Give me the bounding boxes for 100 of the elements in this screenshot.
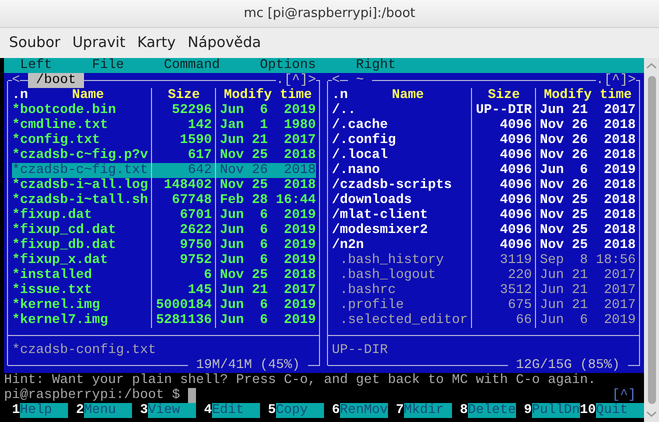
file-row[interactable]: *czadsb-c~fig.p?v 617 Nov 25 2018 — [12, 148, 316, 163]
file-size: 675 — [506, 298, 532, 313]
file-name: *fixup_cd.dat — [12, 223, 117, 238]
history-button[interactable]: [^] — [612, 388, 636, 403]
file-row[interactable]: /.nano 4096 Jun 6 2019 — [332, 163, 636, 178]
file-name: /.cache — [332, 118, 389, 133]
file-row[interactable]: /.cache 4096 Nov 26 2018 — [332, 118, 636, 133]
file-name: .bashrc — [338, 283, 397, 298]
file-name: /.local — [332, 148, 389, 163]
file-row[interactable]: *fixup_cd.dat 2622 Jun 6 2019 — [12, 223, 316, 238]
file-date: Jun 6 2019 — [540, 313, 636, 328]
file-row[interactable]: /mlat-client 4096 Nov 25 2018 — [332, 208, 636, 223]
hidden-files-toggle[interactable]: . — [596, 73, 604, 88]
file-size: 142 — [186, 118, 212, 133]
file-name: /czadsb-scripts — [332, 178, 453, 193]
key-number: 10 — [580, 403, 596, 418]
menu-item[interactable]: Nápověda — [182, 31, 268, 55]
file-row[interactable]: /modesmixer2 4096 Nov 25 2018 — [332, 223, 636, 238]
column-header[interactable]: Size — [156, 88, 212, 103]
file-row[interactable]: .bashrc 3512 Jun 21 2017 — [332, 283, 636, 298]
sort-indicator[interactable]: .n — [332, 88, 348, 103]
back-arrow[interactable]: < — [332, 73, 340, 88]
file-name: *installed — [12, 268, 93, 283]
key-number: 3 — [138, 403, 148, 418]
file-row[interactable]: *issue.txt 145 Jun 21 2017 — [12, 283, 316, 298]
column-header[interactable]: Modify time — [220, 88, 316, 103]
scrollbar[interactable] — [644, 58, 659, 422]
mini-status: UP--DIR — [332, 343, 388, 358]
file-row[interactable]: *kernel.img 5000184 Jun 6 2019 — [12, 298, 316, 313]
file-date: Jun 21 2017 — [540, 283, 636, 298]
file-row[interactable]: *czadsb-i~all.log 148402 Nov 25 2018 — [12, 178, 316, 193]
file-size: 5000184 — [156, 298, 212, 313]
key-number: 9 — [522, 403, 532, 418]
file-row[interactable]: *czadsb-i~tall.sh 67748 Feb 28 16:44 — [12, 193, 316, 208]
file-size: 4096 — [498, 133, 532, 148]
column-header[interactable]: Modify time — [540, 88, 636, 103]
hidden-files-toggle[interactable]: . — [276, 73, 284, 88]
file-size: 9750 — [178, 238, 212, 253]
file-row[interactable]: /n2n 4096 Nov 25 2018 — [332, 238, 636, 253]
file-row[interactable]: *cmdline.txt 142 Jan 1 1980 — [12, 118, 316, 133]
file-row[interactable]: .profile 675 Jun 21 2017 — [332, 298, 636, 313]
file-row[interactable]: *fixup_x.dat 9752 Jun 6 2019 — [12, 253, 316, 268]
window-title: mc [pi@raspberrypi]:/boot — [244, 6, 416, 21]
file-date: Nov 25 2018 — [540, 193, 636, 208]
file-row[interactable]: /.config 4096 Nov 26 2018 — [332, 133, 636, 148]
column-header[interactable]: Name — [28, 88, 148, 103]
file-date: Jun 6 2019 — [220, 298, 316, 313]
file-name: /mlat-client — [332, 208, 429, 223]
file-name: *czadsb-i~tall.sh — [12, 193, 148, 208]
menu-item[interactable]: Right — [340, 58, 396, 73]
file-date: Jun 6 2019 — [220, 103, 316, 118]
key-number: 4 — [202, 403, 212, 418]
back-arrow[interactable]: < — [12, 73, 20, 88]
file-row[interactable]: *kernel7.img 5281136 Jun 6 2019 — [12, 313, 316, 328]
file-row[interactable]: *bootcode.bin 52296 Jun 6 2019 — [12, 103, 316, 118]
menu-item[interactable]: Command — [148, 58, 220, 73]
menu-item[interactable]: Left — [4, 58, 52, 73]
file-row[interactable]: /czadsb-scripts 4096 Nov 26 2018 — [332, 178, 636, 193]
forward-arrow[interactable]: > — [628, 73, 636, 88]
file-name: /downloads — [332, 193, 413, 208]
menu-item[interactable]: Soubor — [3, 31, 66, 55]
file-row[interactable]: .bash_history 3119 Sep 8 18:56 — [332, 253, 636, 268]
history-button[interactable]: [^] — [284, 73, 308, 88]
file-size: 4096 — [498, 193, 532, 208]
file-name: *bootcode.bin — [12, 103, 117, 118]
file-row[interactable]: *fixup_db.dat 9750 Jun 6 2019 — [12, 238, 316, 253]
file-size: 4096 — [498, 208, 532, 223]
key-number: 2 — [74, 403, 84, 418]
file-row[interactable]: *config.txt 1590 Jun 21 2017 — [12, 133, 316, 148]
file-size: UP--DIR — [476, 103, 532, 118]
file-size: 1590 — [178, 133, 212, 148]
file-row[interactable]: /.. UP--DIR Jun 21 2017 — [332, 103, 636, 118]
column-header[interactable]: Name — [348, 88, 468, 103]
file-date: Jun 6 2019 — [220, 313, 316, 328]
column-header[interactable]: Size — [476, 88, 532, 103]
forward-arrow[interactable]: > — [308, 73, 316, 88]
menu-item[interactable]: Upravit — [66, 31, 132, 55]
menu-item[interactable]: File — [76, 58, 124, 73]
menu-item[interactable]: Karty — [131, 31, 182, 55]
scroll-thumb[interactable] — [648, 76, 656, 404]
file-row[interactable]: /downloads 4096 Nov 25 2018 — [332, 193, 636, 208]
hint-text: Hint: Want your plain shell? Press C-o, and get back to MC with C-o again. — [4, 373, 596, 388]
scroll-down-icon[interactable] — [646, 410, 657, 418]
file-row[interactable]: *fixup.dat 6701 Jun 6 2019 — [12, 208, 316, 223]
file-size: 4096 — [498, 238, 532, 253]
scroll-up-icon[interactable] — [646, 62, 657, 70]
file-date: Nov 25 2018 — [220, 178, 316, 193]
menu-item[interactable]: Options — [244, 58, 316, 73]
file-date: Nov 26 2018 — [540, 148, 636, 163]
key-number: 7 — [394, 403, 404, 418]
sort-indicator[interactable]: .n — [12, 88, 28, 103]
file-row[interactable]: .selected_editor 66 Jun 6 2019 — [332, 313, 636, 328]
file-date: Nov 25 2018 — [540, 238, 636, 253]
file-name: .bash_logout — [338, 268, 437, 283]
history-button[interactable]: [^] — [604, 73, 628, 88]
file-row[interactable]: .bash_logout 220 Jun 21 2017 — [332, 268, 636, 283]
file-row[interactable]: /.local 4096 Nov 26 2018 — [332, 148, 636, 163]
file-name: /n2n — [332, 238, 365, 253]
file-size: 4096 — [498, 163, 532, 178]
file-row[interactable]: *installed 6 Nov 25 2018 — [12, 268, 316, 283]
